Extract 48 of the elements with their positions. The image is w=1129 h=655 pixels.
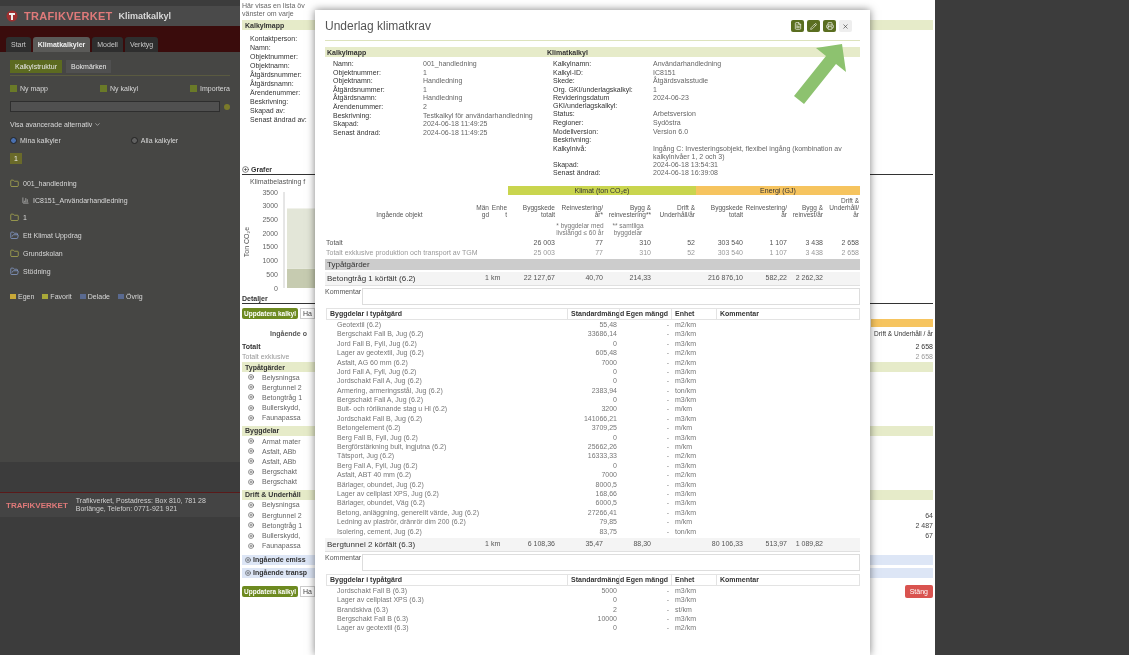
dialog-title: Underlag klimatkrav	[325, 19, 432, 33]
expand-icon[interactable]	[245, 569, 251, 576]
expand-icon[interactable]	[248, 448, 254, 455]
footer-brand: TRAFIKVERKET	[6, 500, 68, 510]
expand-icon[interactable]	[248, 478, 254, 485]
expand-icon[interactable]	[248, 384, 254, 391]
printer-icon	[825, 22, 834, 30]
expand-icon[interactable]	[248, 532, 254, 539]
folder-icon	[10, 267, 19, 276]
pencil-icon	[810, 22, 817, 30]
expand-icon[interactable]	[248, 512, 254, 519]
energy-header-bar	[871, 319, 933, 327]
measure-name: Betongtråg 1 körfält (6.2)	[326, 272, 417, 285]
comment-field[interactable]	[362, 287, 860, 305]
help-icon	[224, 103, 230, 110]
app-title: Klimatkalkyl	[118, 11, 172, 21]
measure-name: Bergtunnel 2 körfält (6.3)	[326, 538, 417, 551]
expand-icon[interactable]	[248, 501, 254, 508]
expand-icon[interactable]	[248, 438, 254, 445]
chart-icon	[22, 197, 29, 204]
document-icon	[793, 22, 802, 30]
expand-icon[interactable]	[248, 522, 254, 529]
collapse-icon[interactable]	[242, 166, 249, 173]
folder-icon	[10, 231, 19, 240]
expand-icon[interactable]	[248, 542, 254, 549]
edit-button[interactable]	[807, 20, 820, 32]
expand-icon[interactable]	[248, 394, 254, 401]
folder-icon	[10, 179, 19, 188]
comment-field[interactable]	[362, 553, 860, 571]
search-field[interactable]	[10, 101, 220, 112]
expand-icon[interactable]	[248, 468, 254, 475]
expand-icon[interactable]	[245, 556, 251, 563]
expand-icon[interactable]	[248, 414, 254, 421]
radio-button[interactable]	[10, 137, 17, 144]
folder-icon	[10, 249, 19, 258]
chevron-down-icon	[94, 121, 102, 128]
radio-button[interactable]	[130, 137, 138, 144]
expand-icon[interactable]	[248, 458, 254, 465]
document-button[interactable]	[791, 20, 804, 32]
close-icon	[842, 22, 849, 30]
print-button[interactable]	[823, 20, 836, 32]
brand-name: TRAFIKVERKET	[24, 10, 113, 22]
folder-icon	[10, 213, 19, 222]
close-button[interactable]	[839, 20, 852, 32]
expand-icon[interactable]	[248, 374, 254, 381]
logo-icon	[6, 10, 18, 22]
section-header: Typåtgärder	[325, 258, 860, 270]
expand-icon[interactable]	[248, 404, 254, 411]
